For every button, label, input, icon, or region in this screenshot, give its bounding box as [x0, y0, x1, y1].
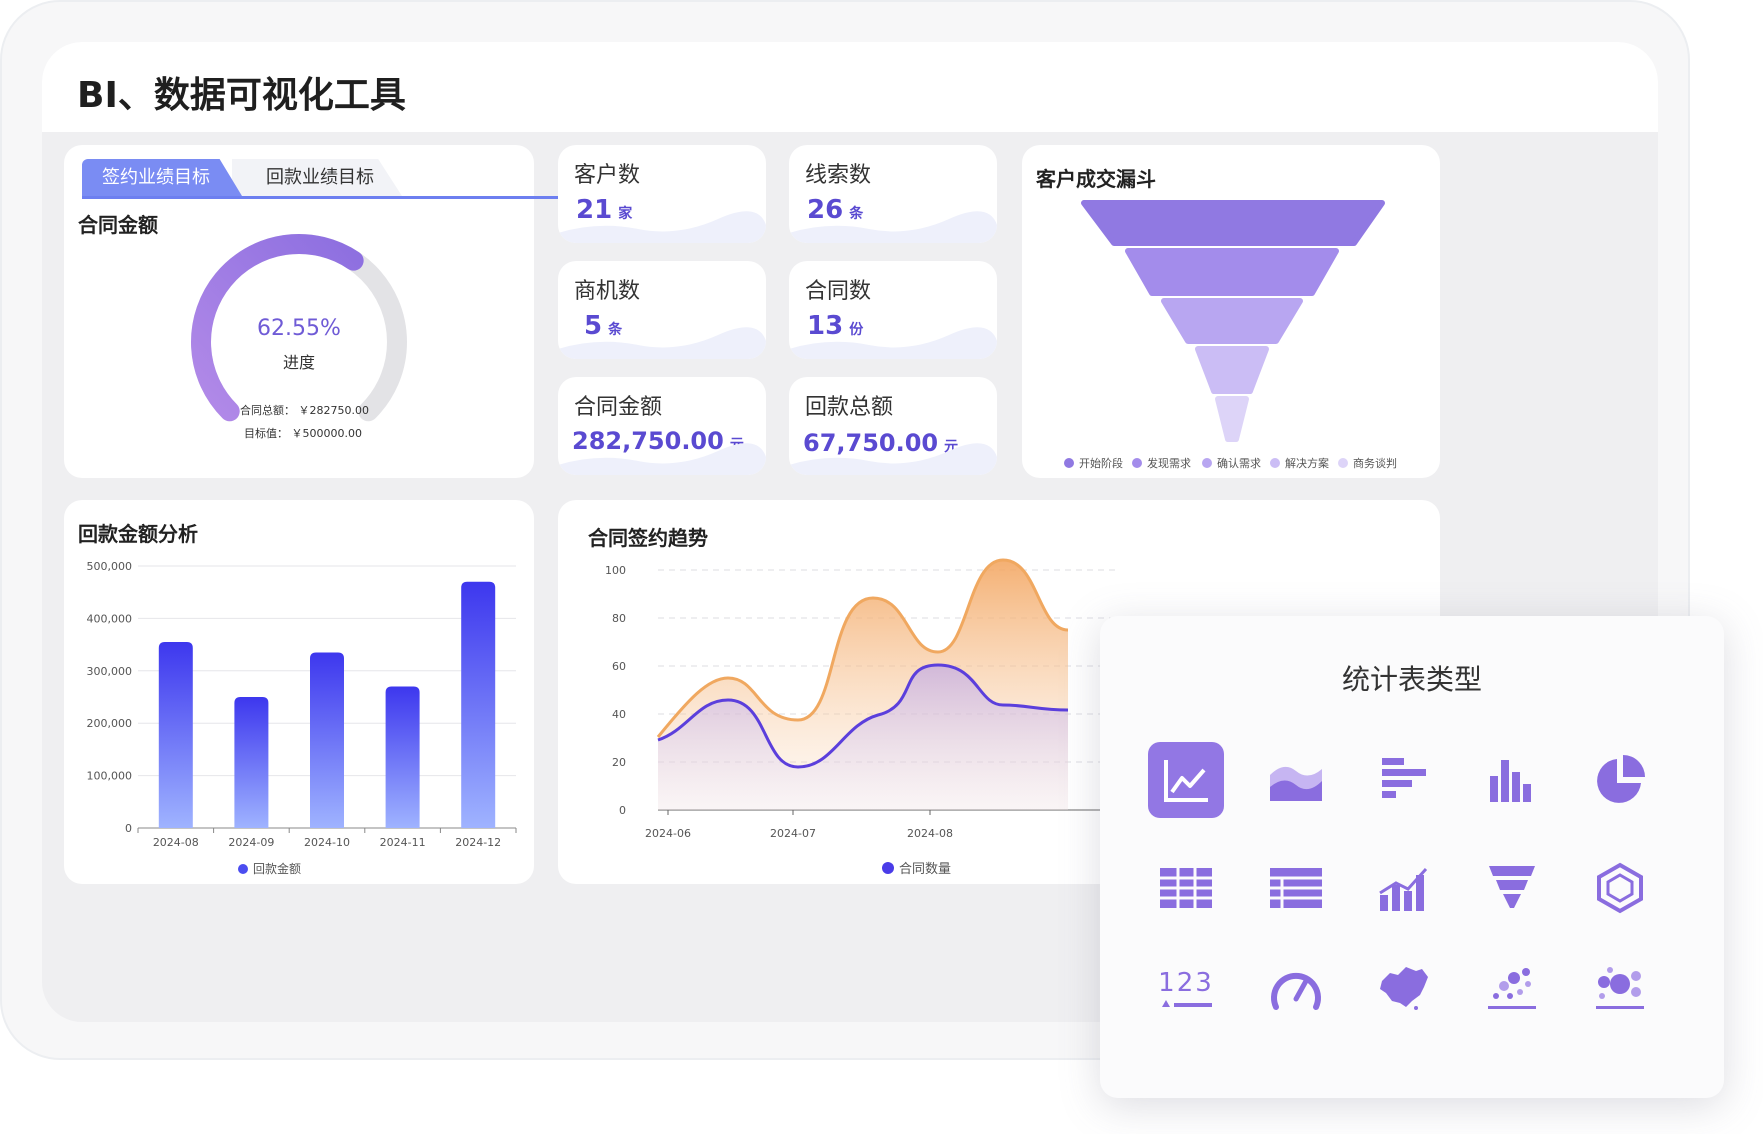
funnel-stage-4	[1195, 346, 1269, 394]
x-tick-label: 2024-11	[380, 836, 426, 849]
title-bar: BI、数据可视化工具	[42, 42, 1658, 132]
bar	[158, 641, 193, 828]
funnel-legend-2: 发现需求	[1132, 455, 1191, 471]
stat-wave	[789, 443, 997, 475]
funnel-stage-5	[1215, 396, 1249, 442]
funnel-legend-5: 商务谈判	[1338, 455, 1397, 471]
payment-legend: 回款金额	[238, 860, 301, 877]
table-icon[interactable]	[1148, 850, 1224, 926]
y-tick-label: 0	[619, 804, 626, 817]
y-tick-label: 40	[612, 708, 626, 721]
contract-total-label: 合同总额：	[240, 404, 295, 417]
funnel-legend-3: 确认需求	[1202, 455, 1261, 471]
stat-label: 合同金额	[574, 395, 663, 420]
stat-label: 合同数	[805, 279, 872, 304]
y-tick-label: 200,000	[87, 717, 133, 730]
stat-card-customers[interactable]: 客户数 21 家	[558, 145, 766, 243]
radar-icon[interactable]	[1582, 850, 1658, 926]
stat-card-leads[interactable]: 线索数 26 条	[789, 145, 997, 243]
x-tick-label: 2024-06	[645, 827, 691, 840]
y-tick-label: 100	[605, 564, 626, 577]
progress-percent: 62.55%	[257, 316, 341, 341]
funnel-stage-2	[1125, 248, 1339, 296]
funnel-legend-1: 开始阶段	[1064, 455, 1123, 471]
funnel-icon[interactable]	[1474, 850, 1550, 926]
bar	[461, 581, 496, 828]
contract-total: 合同总额： ￥282750.00	[240, 402, 369, 418]
horizontal-bar-icon[interactable]	[1366, 742, 1442, 818]
pie-chart-icon[interactable]	[1582, 742, 1658, 818]
app-title: BI、数据可视化工具	[77, 75, 406, 116]
funnel-chart	[1081, 200, 1385, 442]
y-tick-label: 400,000	[87, 612, 133, 625]
y-tick-label: 60	[612, 660, 626, 673]
combo-chart-icon[interactable]	[1366, 850, 1442, 926]
stat-card-contract-amount[interactable]: 合同金额 282,750.00元	[558, 377, 766, 475]
stat-label: 回款总额	[805, 395, 894, 420]
stat-label: 线索数	[805, 163, 872, 188]
bar	[234, 697, 269, 828]
funnel-stage-3	[1161, 298, 1303, 344]
x-tick-label: 2024-08	[153, 836, 199, 849]
funnel-legend-4: 解决方案	[1270, 455, 1329, 471]
bar	[310, 652, 344, 828]
striped-table-icon[interactable]	[1258, 850, 1334, 926]
chart-type-title: 统计表类型	[1341, 663, 1482, 696]
y-tick-label: 0	[125, 822, 132, 835]
stat-label: 商机数	[574, 279, 641, 304]
gauge-icon[interactable]	[1258, 950, 1334, 1026]
y-tick-label: 500,000	[87, 560, 133, 573]
y-tick-label: 20	[612, 756, 626, 769]
funnel-stage-1	[1081, 200, 1385, 246]
chart-type-panel: 统计表类型 123	[1100, 616, 1724, 1098]
bar	[385, 686, 420, 828]
contract-total-value: ￥282750.00	[298, 404, 370, 417]
target-value-label: 目标值：	[244, 427, 288, 440]
stat-wave	[789, 211, 997, 243]
x-tick-label: 2024-10	[304, 836, 350, 849]
payment-bar-chart: 0 100,000 200,000 300,000 400,000 500,000 2024…	[87, 560, 517, 849]
stat-card-opportunities[interactable]: 商机数 5条	[558, 261, 766, 359]
line-chart-icon[interactable]	[1148, 742, 1224, 818]
stat-wave	[558, 327, 766, 359]
trend-legend: 合同数量	[882, 858, 951, 877]
stat-wave	[558, 443, 766, 475]
bubble-icon[interactable]	[1582, 950, 1658, 1026]
number-card-icon[interactable]: 123	[1148, 950, 1224, 1026]
map-icon[interactable]	[1366, 950, 1442, 1026]
x-tick-label: 2024-09	[228, 836, 274, 849]
stat-card-contracts[interactable]: 合同数 13 份	[789, 261, 997, 359]
payment-chart-card: 回款金额分析 0 100,000 200,000 300,000 400,000 500,…	[64, 500, 534, 884]
progress-label: 进度	[282, 353, 315, 372]
stat-card-payment-total[interactable]: 回款总额 67,750.00 元	[789, 377, 997, 475]
stat-wave	[558, 211, 766, 243]
number-card-text: 123	[1158, 968, 1214, 998]
bar-chart-icon[interactable]	[1474, 742, 1550, 818]
y-tick-label: 80	[612, 612, 626, 625]
y-tick-label: 100,000	[87, 770, 133, 783]
funnel-card: 客户成交漏斗 开始阶段 发现需求 确认需求 解决方案 商务谈判	[1022, 145, 1440, 478]
x-tick-label: 2024-08	[907, 827, 953, 840]
x-tick-label: 2024-12	[455, 836, 501, 849]
x-tick-label: 2024-07	[770, 827, 816, 840]
target-value-number: ￥500000.00	[291, 427, 363, 440]
area-chart-icon[interactable]	[1258, 742, 1334, 818]
stat-label: 客户数	[574, 163, 641, 188]
target-value: 目标值： ￥500000.00	[244, 425, 362, 441]
y-tick-label: 300,000	[87, 665, 133, 678]
target-card: 回款业绩目标 签约业绩目标 合同金额 62.55% 进度 合同总额： ￥2827…	[64, 145, 572, 478]
stat-wave	[789, 327, 997, 359]
scatter-icon[interactable]	[1474, 950, 1550, 1026]
